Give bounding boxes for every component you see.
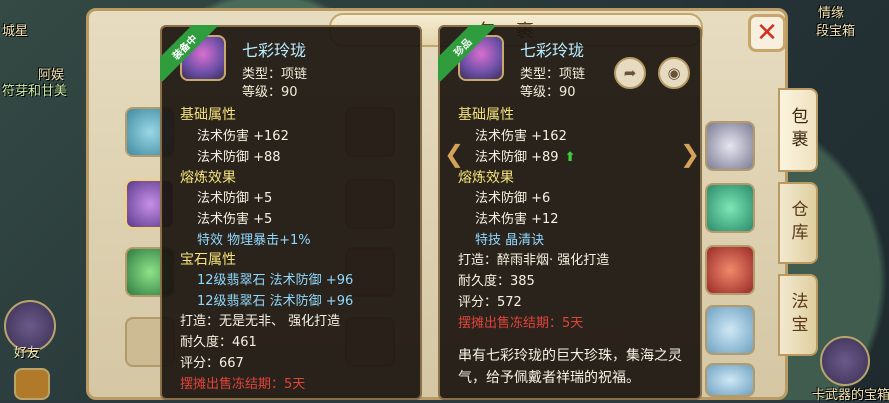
bag-item-scroll[interactable] [705,305,755,355]
trade-freeze: 摆摊出售冻结期：5天 [180,377,306,392]
share-icon[interactable]: ➦ [614,57,646,89]
bag-item-crown[interactable] [705,183,755,233]
item-level: 等级：90 [242,85,298,100]
npc-title-left: 符芽和甘美 [2,84,68,99]
item-name: 七彩玲珑 [520,41,585,60]
forge-info: 打造：醉雨非烟· 强化打造 [458,253,610,268]
item-type: 类型：项链 [242,67,308,82]
base-attr-line: 法术防御 +89 ⬆ [475,150,576,165]
friend-label: 好友 [14,346,41,361]
refine-line: 法术伤害 +12 [475,212,559,227]
item-name: 七彩玲珑 [242,41,307,60]
bag-item-ring[interactable] [705,121,755,171]
bag-item-armor[interactable] [705,245,755,295]
trade-freeze: 摆摊出售冻结期：5天 [458,316,584,331]
score: 评分：572 [458,295,522,310]
refine-title: 熔炼效果 [180,170,236,186]
tab-warehouse[interactable]: 仓库 [778,182,818,264]
item-level: 等级：90 [520,85,576,100]
chevron-right-icon[interactable]: ❯ [680,140,700,168]
base-attr-title: 基础属性 [458,107,514,123]
tab-treasure[interactable]: 法宝 [778,274,818,356]
durability: 耐久度：461 [180,335,257,350]
gem-line: 12级翡翠石 法术防御 +96 [197,273,354,288]
gem-line: 12级翡翠石 法术防御 +96 [197,294,354,309]
item-type: 类型：项链 [520,67,586,82]
item-description: 串有七彩玲珑的巨大珍珠，集海之灵气，给予佩戴者祥瑞的祝福。 [458,348,682,386]
npc-name-top-right[interactable]: 情缘 [818,2,844,21]
base-attr-line: 法术伤害 +162 [475,129,567,144]
tab-bag[interactable]: 包裹 [778,88,818,172]
chevron-left-icon[interactable]: ❮ [444,140,464,168]
base-attr-title: 基础属性 [180,107,236,123]
forge-info: 打造：无是无非、 强化打造 [180,314,341,329]
special-skill: 特技 晶清诀 [475,233,545,248]
base-attr-line: 法术伤害 +162 [197,129,289,144]
compare-item-tooltip: 珍品 七彩玲珑 类型：项链 等级：90 ➦ ◉ 基础属性 法术伤害 +162 法… [438,25,702,400]
up-arrow-icon: ⬆ [564,150,576,165]
durability: 耐久度：385 [458,274,535,289]
eye-icon[interactable]: ◉ [658,57,690,89]
pet-portrait[interactable] [820,336,870,386]
special-effect: 特效 物理暴击+1% [197,233,311,248]
base-attr-line: 法术防御 +88 [197,150,281,165]
refine-line: 法术防御 +6 [475,191,551,206]
gem-attr-title: 宝石属性 [180,252,236,268]
equipped-item-tooltip: 装备中 七彩玲珑 类型：项链 等级：90 基础属性 法术伤害 +162 法术防御… [160,25,422,400]
equipped-badge: 装备中 [160,25,218,82]
rare-badge: 珍品 [438,25,496,82]
npc-name-bottom-right[interactable]: 卡武器的宝箱 [812,384,889,403]
equipped-ribbon: 装备中 [160,25,218,83]
rare-ribbon: 珍品 [438,25,496,83]
chat-icon[interactable] [14,368,50,400]
refine-line: 法术伤害 +5 [197,212,273,227]
npc-title-top-right: 段宝箱 [816,24,856,39]
refine-line: 法术防御 +5 [197,191,273,206]
bag-item-scroll-2[interactable] [705,363,755,397]
npc-name-top-left[interactable]: 城星 [2,20,28,39]
refine-title: 熔炼效果 [458,170,514,186]
close-icon[interactable]: ✕ [748,14,786,52]
score: 评分：667 [180,356,244,371]
